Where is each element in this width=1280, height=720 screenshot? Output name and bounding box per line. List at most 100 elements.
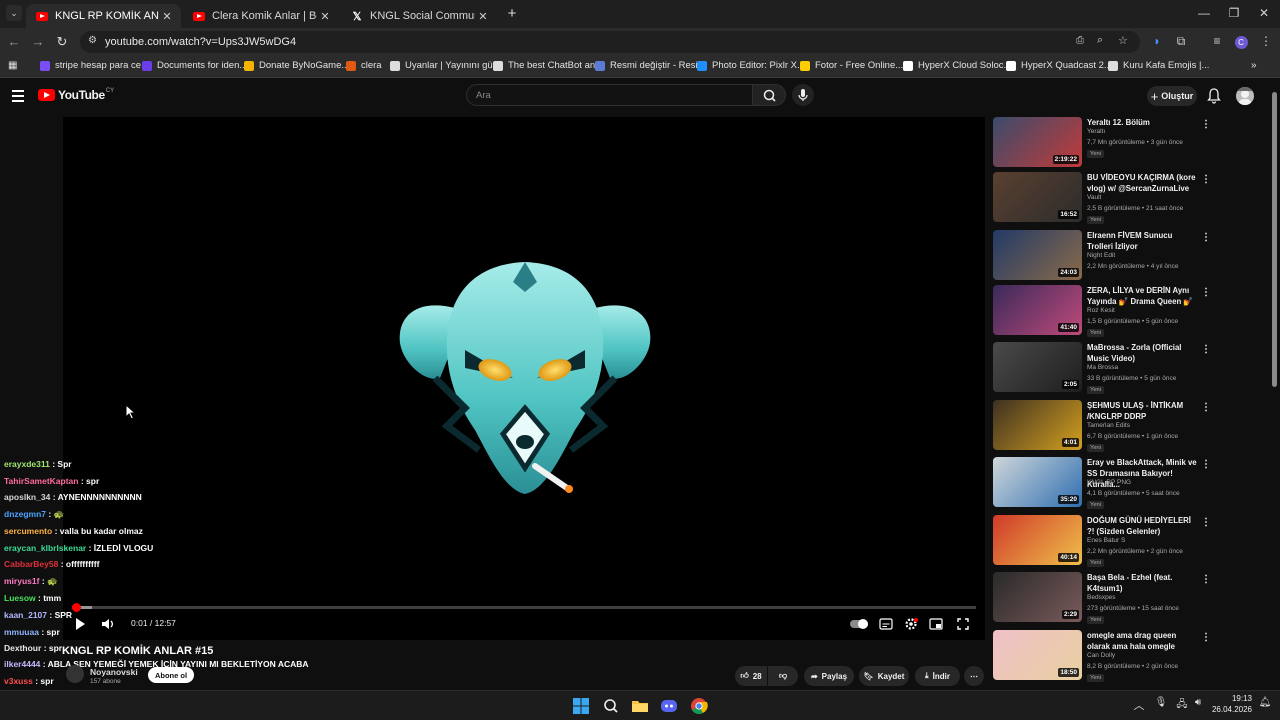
like-button[interactable]: 👍︎ 28 <box>735 666 767 686</box>
tab-search-chevron-icon[interactable]: ⌄ <box>6 5 22 21</box>
video-thumbnail[interactable]: 2:05 <box>993 342 1082 392</box>
chat-username[interactable]: sercumento <box>4 526 52 536</box>
hamburger-menu-icon[interactable] <box>12 90 24 105</box>
dislike-button[interactable]: 👎︎ <box>768 666 798 686</box>
more-vertical-icon[interactable]: ⋮ <box>1201 459 1211 470</box>
recommended-video[interactable]: 18:50 omegle ama drag queen olarak ama ha… <box>993 630 1263 682</box>
bookmark-documents[interactable]: Documents for iden... <box>142 60 247 71</box>
subtitles-button[interactable] <box>878 616 894 632</box>
search-button[interactable] <box>752 84 786 106</box>
recommended-channel[interactable]: Enes Batur S <box>1087 537 1125 544</box>
more-vertical-icon[interactable]: ⋮ <box>1201 287 1211 298</box>
more-menu-icon[interactable]: ⋮ <box>1257 34 1275 48</box>
zoom-icon[interactable]: ⌕ <box>1097 34 1103 47</box>
tab-knglrp-komik-anlar[interactable]: KNGL RP KOMİK ANLAR #15 - Y ✕ <box>26 4 181 28</box>
maximize-icon[interactable]: ❐ <box>1219 6 1249 20</box>
bookmark-clera[interactable]: clera <box>346 60 382 71</box>
extension-hyperx-icon[interactable]: ◗ <box>1148 34 1166 48</box>
channel-avatar[interactable] <box>66 665 84 683</box>
media-control-icon[interactable]: ≡ <box>1208 34 1226 48</box>
chat-username[interactable]: dnzegmn7 <box>4 509 46 519</box>
bookmark-donate[interactable]: Donate ByNoGame... <box>244 60 349 71</box>
recommended-channel[interactable]: Bedsxpes <box>1087 594 1116 601</box>
recommended-video[interactable]: 24:03 Elraenn FİVEM Sunucu Trolleri İzliy… <box>993 230 1263 282</box>
recommended-video-title[interactable]: omegle ama drag queen olarak ama hala om… <box>1087 630 1197 652</box>
video-thumbnail[interactable]: 2:19:22 <box>993 117 1082 167</box>
recommended-video[interactable]: 4:01 ŞEHMUS ULAŞ - İNTİKAM /KNGLRP DDRP Ta… <box>993 400 1263 452</box>
chat-username[interactable]: CabbarBey58 <box>4 559 58 569</box>
more-vertical-icon[interactable]: ⋮ <box>1201 517 1211 528</box>
tab-kngl-social-community[interactable]: 𝕏 KNGL Social Community / X ✕ <box>341 4 497 28</box>
more-vertical-icon[interactable]: ⋮ <box>1201 632 1211 643</box>
taskbar-search-icon[interactable] <box>602 697 620 715</box>
new-tab-button[interactable]: + <box>504 5 520 22</box>
recommended-video-title[interactable]: Başa Bela - Ezhel (feat. K4tsum1) <box>1087 572 1197 594</box>
speaker-icon[interactable]: 🔊︎ <box>1189 697 1207 715</box>
recommended-video[interactable]: 41:40 ZERA, LİLYA ve DERİN Aynı Yayında 💅… <box>993 285 1263 337</box>
recommended-video-title[interactable]: ŞEHMUS ULAŞ - İNTİKAM /KNGLRP DDRP <box>1087 400 1197 422</box>
chat-username[interactable]: mmuuaa <box>4 627 39 637</box>
microphone-tray-icon[interactable]: 🎙︎ <box>1152 697 1170 715</box>
recommended-video[interactable]: 2:05 MaBrossa - Zorla (Official Music Vid… <box>993 342 1263 394</box>
apps-grid-icon[interactable]: ▦ <box>8 60 17 71</box>
close-icon[interactable]: ✕ <box>159 10 175 23</box>
system-clock[interactable]: 19:13 26.04.2026 <box>1208 693 1252 715</box>
chat-username[interactable]: Dexthour <box>4 643 41 653</box>
channel-name[interactable]: Noyanovski <box>90 667 138 677</box>
notification-center-icon[interactable]: 🔔︎ <box>1256 697 1274 715</box>
download-button[interactable]: ⤓ İndir <box>915 666 960 686</box>
more-vertical-icon[interactable]: ⋮ <box>1201 119 1211 130</box>
recommended-video[interactable]: 35:20 Eray ve BlackAttack, Minik ve SS Dr… <box>993 457 1263 509</box>
windows-start-icon[interactable] <box>572 697 590 715</box>
window-close-icon[interactable]: ✕ <box>1249 6 1279 20</box>
share-button[interactable]: ➦ Paylaş <box>804 666 854 686</box>
bookmark-resmi-degistir[interactable]: Resmi değiştir - Resi... <box>595 60 706 71</box>
sidebar-scrollbar[interactable] <box>1272 92 1277 387</box>
create-button[interactable]: + Oluştur <box>1147 86 1197 106</box>
recommended-video-title[interactable]: BU VİDEOYU KAÇIRMA (kore vlog) w/ @Serca… <box>1087 172 1197 194</box>
reload-icon[interactable]: ↻ <box>52 34 72 50</box>
chat-username[interactable]: v3xuss <box>4 676 33 686</box>
more-actions-button[interactable]: ⋯ <box>964 666 984 686</box>
recommended-video[interactable]: 2:19:22 Yeraltı 12. Bölüm Yeraltı 7,7 Mn gö… <box>993 117 1263 169</box>
address-bar[interactable]: ⚙ youtube.com/watch?v=Ups3JW5wDG4 ⎙ ⌕ ☆ <box>80 31 1140 53</box>
recommended-channel[interactable]: KNGL RP PNG <box>1087 479 1131 486</box>
bookmark-kuru-kafa[interactable]: Kuru Kafa Emojis |... <box>1108 60 1209 71</box>
bookmark-fotor[interactable]: Fotor - Free Online... <box>800 60 903 71</box>
recommended-video[interactable]: 16:52 BU VİDEOYU KAÇIRMA (kore vlog) w/ @… <box>993 172 1263 224</box>
video-thumbnail[interactable]: 2:29 <box>993 572 1082 622</box>
bookmark-hyperx-solocast[interactable]: HyperX Cloud Soloc... <box>903 60 1011 71</box>
more-vertical-icon[interactable]: ⋮ <box>1201 232 1211 243</box>
recommended-video-title[interactable]: ZERA, LİLYA ve DERİN Aynı Yayında 💅 Dram… <box>1087 285 1197 307</box>
site-info-icon[interactable]: ⚙ <box>88 35 97 46</box>
install-app-icon[interactable]: ⎙ <box>1076 35 1084 46</box>
chat-username[interactable]: eraycan_klbrlskenar <box>4 543 86 553</box>
back-arrow-icon[interactable]: ← <box>4 34 24 49</box>
show-hidden-icons-icon[interactable]: ︿ <box>1130 697 1148 715</box>
notifications-bell-icon[interactable] <box>1206 87 1222 105</box>
video-thumbnail[interactable]: 40:14 <box>993 515 1082 565</box>
recommended-video-title[interactable]: MaBrossa - Zorla (Official Music Video) <box>1087 342 1197 364</box>
more-vertical-icon[interactable]: ⋮ <box>1201 344 1211 355</box>
more-vertical-icon[interactable]: ⋮ <box>1201 174 1211 185</box>
more-vertical-icon[interactable]: ⋮ <box>1201 574 1211 585</box>
chat-username[interactable]: erayxde311 <box>4 459 50 469</box>
profile-icon[interactable]: C <box>1232 34 1250 49</box>
bookmarks-overflow-icon[interactable]: » <box>1251 60 1257 71</box>
subscribe-button[interactable]: Abone ol <box>148 667 194 683</box>
chat-username[interactable]: Luesow <box>4 593 36 603</box>
chat-username[interactable]: kaan_2107 <box>4 610 47 620</box>
miniplayer-button[interactable] <box>928 616 944 632</box>
recommended-video-title[interactable]: DOĞUM GÜNÜ HEDİYELERİ ?! (Sizden Gelenle… <box>1087 515 1197 537</box>
minimize-icon[interactable]: — <box>1189 6 1219 20</box>
video-thumbnail[interactable]: 24:03 <box>993 230 1082 280</box>
search-input[interactable]: Ara <box>466 84 753 106</box>
recommended-channel[interactable]: Night Edit <box>1087 252 1115 259</box>
file-explorer-icon[interactable] <box>631 697 649 715</box>
video-thumbnail[interactable]: 41:40 <box>993 285 1082 335</box>
recommended-video-title[interactable]: Yeraltı 12. Bölüm <box>1087 117 1197 128</box>
tab-clera-komik-anlar[interactable]: Clera Komik Anlar | Bölüm 1 - Y ✕ <box>183 4 339 28</box>
forward-arrow-icon[interactable]: → <box>28 34 48 49</box>
recommended-video[interactable]: 40:14 DOĞUM GÜNÜ HEDİYELERİ ?! (Sizden Ge… <box>993 515 1263 567</box>
recommended-channel[interactable]: Yeraltı <box>1087 128 1105 135</box>
